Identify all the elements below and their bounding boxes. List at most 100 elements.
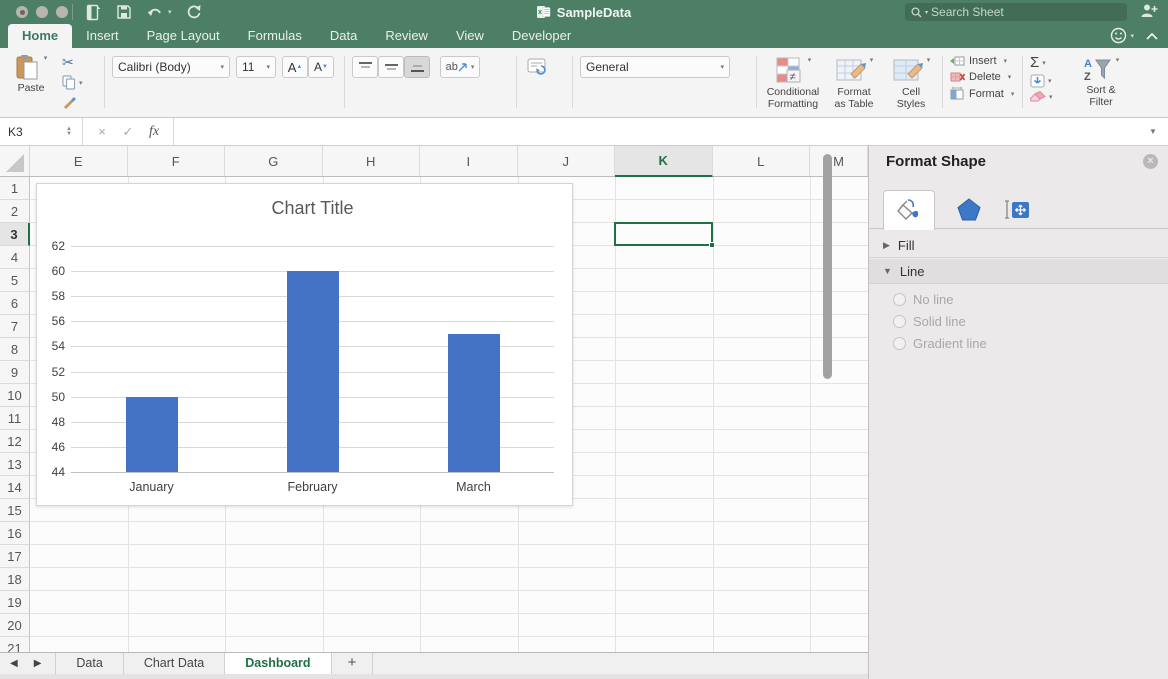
column-header-H[interactable]: H xyxy=(323,146,421,176)
line-option-no-line[interactable]: No line xyxy=(893,292,987,307)
enter-icon[interactable]: ✓ xyxy=(115,124,141,140)
row-header-4[interactable]: 4 xyxy=(0,246,30,269)
add-sheet-button[interactable]: + xyxy=(332,653,374,674)
align-middle-button[interactable] xyxy=(378,56,404,78)
row-header-16[interactable]: 16 xyxy=(0,522,30,545)
fill-handle[interactable] xyxy=(709,242,715,248)
row-header-11[interactable]: 11 xyxy=(0,407,30,430)
ribbon-tab-developer[interactable]: Developer xyxy=(498,24,585,48)
tab-effects[interactable] xyxy=(949,190,989,229)
ribbon-tab-page-layout[interactable]: Page Layout xyxy=(133,24,234,48)
copy-icon[interactable]: ▾ xyxy=(62,75,83,90)
row-header-6[interactable]: 6 xyxy=(0,292,30,315)
decrease-font-size-button[interactable]: A▼ xyxy=(308,56,334,78)
row-header-17[interactable]: 17 xyxy=(0,545,30,568)
close-panel-icon[interactable]: × xyxy=(1143,154,1158,169)
chart-bar-february[interactable] xyxy=(287,271,339,472)
clear-button[interactable]: ▾ xyxy=(1030,91,1053,103)
align-bottom-button[interactable] xyxy=(404,56,430,78)
tab-fill-and-line[interactable] xyxy=(883,190,935,230)
row-header-18[interactable]: 18 xyxy=(0,568,30,591)
chart-bar-january[interactable] xyxy=(126,397,178,472)
sheet-tab-dashboard[interactable]: Dashboard xyxy=(225,653,331,674)
paste-button[interactable]: ▾ Paste xyxy=(8,54,54,94)
sheet-tab-data[interactable]: Data xyxy=(55,653,123,674)
number-format-select[interactable]: General▾ xyxy=(580,56,730,78)
close-window-button[interactable] xyxy=(16,6,28,18)
column-header-E[interactable]: E xyxy=(30,146,128,176)
increase-font-size-button[interactable]: A▲ xyxy=(282,56,308,78)
line-option-solid-line[interactable]: Solid line xyxy=(893,314,987,329)
chart-bar-march[interactable] xyxy=(448,334,500,472)
search-scope-dropdown[interactable]: ▾ xyxy=(925,9,928,16)
font-size-select[interactable]: 11▾ xyxy=(236,56,276,78)
format-as-table-dropdown[interactable]: ▾ xyxy=(870,56,874,64)
orientation-dropdown[interactable]: ▾ xyxy=(471,63,475,71)
ribbon-tab-formulas[interactable]: Formulas xyxy=(234,24,316,48)
sheet-tab-chart-data[interactable]: Chart Data xyxy=(124,653,225,674)
feedback-smiley-icon[interactable]: ▾ xyxy=(1110,27,1134,44)
undo-button[interactable]: ▾ xyxy=(146,4,172,20)
paste-dropdown[interactable]: ▾ xyxy=(44,54,48,62)
ribbon-tab-review[interactable]: Review xyxy=(371,24,442,48)
column-header-K[interactable]: K xyxy=(615,146,713,177)
cancel-icon[interactable]: × xyxy=(89,124,115,139)
fill-button[interactable]: ▾ xyxy=(1030,74,1053,88)
row-header-20[interactable]: 20 xyxy=(0,614,30,637)
collapse-ribbon-icon[interactable] xyxy=(1146,32,1158,40)
column-header-L[interactable]: L xyxy=(713,146,811,176)
autosum-dropdown[interactable]: ▾ xyxy=(1042,59,1046,67)
column-header-I[interactable]: I xyxy=(420,146,518,176)
align-top-button[interactable] xyxy=(352,56,378,78)
ribbon-tab-data[interactable]: Data xyxy=(316,24,371,48)
line-option-gradient-line[interactable]: Gradient line xyxy=(893,336,987,351)
select-all-corner[interactable] xyxy=(0,146,30,176)
embedded-chart[interactable]: Chart Title 44464850525456586062JanuaryF… xyxy=(36,183,573,506)
ribbon-tab-view[interactable]: View xyxy=(442,24,498,48)
wrap-text-button[interactable] xyxy=(527,58,549,76)
chart-title[interactable]: Chart Title xyxy=(71,198,554,219)
column-header-J[interactable]: J xyxy=(518,146,616,176)
selected-cell-K3[interactable] xyxy=(614,222,713,246)
column-header-G[interactable]: G xyxy=(225,146,323,176)
autosum-button[interactable]: Σ ▾ xyxy=(1030,54,1053,71)
save-button[interactable] xyxy=(116,4,132,20)
row-header-7[interactable]: 7 xyxy=(0,315,30,338)
ribbon-tab-insert[interactable]: Insert xyxy=(72,24,133,48)
cut-icon[interactable]: ✂ xyxy=(62,54,74,71)
row-header-15[interactable]: 15 xyxy=(0,499,30,522)
column-header-M[interactable]: M xyxy=(810,146,868,176)
vertical-scrollbar[interactable] xyxy=(823,154,832,379)
format-dropdown[interactable]: ▾ xyxy=(1011,90,1015,98)
row-header-10[interactable]: 10 xyxy=(0,384,30,407)
row-header-13[interactable]: 13 xyxy=(0,453,30,476)
format-painter-icon[interactable] xyxy=(62,94,77,109)
row-header-19[interactable]: 19 xyxy=(0,591,30,614)
row-header-2[interactable]: 2 xyxy=(0,200,30,223)
row-header-12[interactable]: 12 xyxy=(0,430,30,453)
row-header-21[interactable]: 21 xyxy=(0,637,30,652)
delete-dropdown[interactable]: ▾ xyxy=(1008,73,1012,81)
conditional-formatting-dropdown[interactable]: ▾ xyxy=(808,56,812,64)
formula-input[interactable] xyxy=(180,118,1138,146)
expand-formula-bar-icon[interactable]: ▼ xyxy=(1138,127,1168,136)
text-orientation-button[interactable]: ab ▾ xyxy=(440,56,480,78)
sort-filter-dropdown[interactable]: ▾ xyxy=(1116,56,1120,64)
cell-styles-button[interactable]: ▾ Cell Styles xyxy=(886,56,936,110)
format-cells-button[interactable]: Format▾ xyxy=(950,87,1014,100)
name-box[interactable]: K3 xyxy=(0,118,62,146)
minimize-window-button[interactable] xyxy=(36,6,48,18)
conditional-formatting-button[interactable]: ≠ ▾ Conditional Formatting xyxy=(764,56,822,110)
name-box-stepper[interactable]: ▲▼ xyxy=(62,127,76,137)
next-sheet-icon[interactable]: ▶ xyxy=(34,658,42,669)
column-header-F[interactable]: F xyxy=(128,146,226,176)
row-header-5[interactable]: 5 xyxy=(0,269,30,292)
row-header-8[interactable]: 8 xyxy=(0,338,30,361)
row-header-14[interactable]: 14 xyxy=(0,476,30,499)
share-icon[interactable] xyxy=(1140,3,1158,18)
format-as-table-button[interactable]: ▾ Format as Table xyxy=(826,56,882,110)
search-input[interactable]: ▾ Search Sheet xyxy=(905,3,1127,21)
new-workbook-button[interactable] xyxy=(86,4,102,21)
cell-styles-dropdown[interactable]: ▾ xyxy=(927,56,931,64)
insert-cells-button[interactable]: Insert▾ xyxy=(950,55,1014,67)
